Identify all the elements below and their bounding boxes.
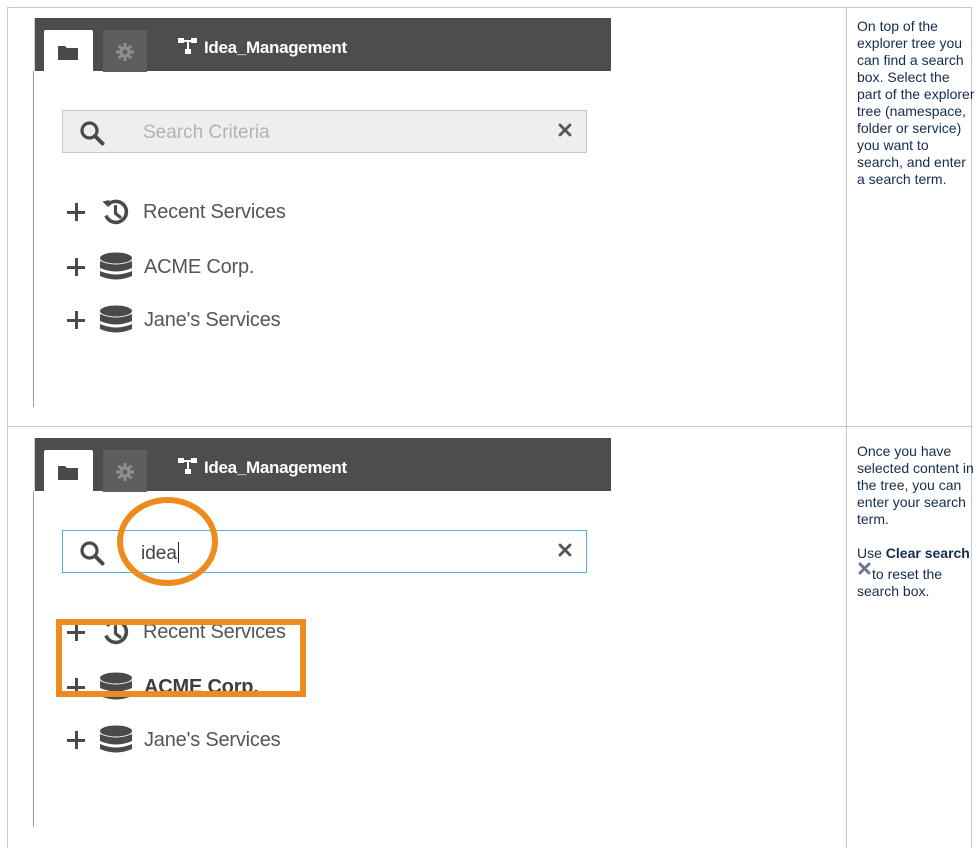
search-placeholder: Search Criteria bbox=[143, 122, 270, 143]
row1-description: On top of the explorer tree you can find… bbox=[857, 18, 975, 205]
search-icon bbox=[79, 540, 105, 571]
table-border-middle bbox=[7, 426, 971, 427]
clear-search-icon[interactable] bbox=[558, 543, 572, 562]
project-name: Idea_Management bbox=[204, 38, 347, 57]
table-border-top bbox=[7, 7, 971, 8]
clear-search-icon[interactable] bbox=[558, 123, 572, 142]
tree-item-janes-services[interactable]: Jane's Services bbox=[65, 302, 281, 338]
tree-item-recent-services[interactable]: Recent Services bbox=[65, 194, 286, 230]
folder-icon bbox=[57, 43, 79, 66]
row2-description: Once you have selected content in the tr… bbox=[857, 443, 975, 617]
explorer-tab-bar: Idea_Management bbox=[34, 18, 611, 79]
expand-icon[interactable] bbox=[65, 309, 87, 331]
search-icon bbox=[79, 120, 105, 151]
history-icon bbox=[99, 196, 132, 229]
tab-explorer[interactable] bbox=[44, 450, 93, 499]
gear-icon bbox=[116, 463, 134, 486]
search-box[interactable]: Search Criteria bbox=[62, 110, 587, 153]
tree-item-label: ACME Corp. bbox=[144, 255, 255, 278]
highlight-circle-annotation bbox=[117, 497, 218, 586]
highlight-rect-annotation bbox=[56, 619, 306, 697]
tab-settings[interactable] bbox=[103, 450, 147, 492]
folder-icon bbox=[57, 463, 79, 486]
project-name: Idea_Management bbox=[204, 458, 347, 477]
panel-left-border bbox=[33, 491, 34, 827]
expand-icon[interactable] bbox=[65, 201, 87, 223]
description-text: On top of the explorer tree you can find… bbox=[857, 18, 975, 187]
expand-icon[interactable] bbox=[65, 729, 87, 751]
table-border-column bbox=[846, 7, 847, 848]
tree-item-acme-corp[interactable]: ACME Corp. bbox=[65, 249, 254, 285]
tree-item-janes-services[interactable]: Jane's Services bbox=[65, 722, 281, 758]
gear-icon bbox=[116, 43, 134, 66]
panel-left-border bbox=[33, 71, 34, 407]
project-title[interactable]: Idea_Management bbox=[178, 455, 347, 481]
tree-item-label: Jane's Services bbox=[144, 308, 281, 331]
description-clear-search: Use Clear searchto reset the search box. bbox=[857, 545, 975, 600]
database-icon bbox=[99, 725, 133, 755]
database-icon bbox=[99, 252, 133, 282]
project-title[interactable]: Idea_Management bbox=[178, 35, 347, 61]
expand-icon[interactable] bbox=[65, 256, 87, 278]
project-tree-icon bbox=[178, 457, 198, 480]
tab-explorer[interactable] bbox=[44, 30, 93, 79]
table-border-left bbox=[7, 7, 8, 848]
tree-item-label: Jane's Services bbox=[144, 728, 281, 751]
tree-item-label: Recent Services bbox=[143, 200, 286, 223]
project-tree-icon bbox=[178, 37, 198, 60]
explorer-tab-bar: Idea_Management bbox=[34, 438, 611, 499]
description-bold-term: Clear search bbox=[885, 545, 970, 561]
database-icon bbox=[99, 305, 133, 335]
description-prefix: Use bbox=[857, 545, 882, 561]
clear-search-icon bbox=[858, 562, 871, 579]
explorer-panel-before-search: Idea_Management Search Criteria Recent S… bbox=[33, 17, 611, 407]
tab-settings[interactable] bbox=[103, 30, 147, 72]
description-text: Once you have selected content in the tr… bbox=[857, 443, 974, 527]
